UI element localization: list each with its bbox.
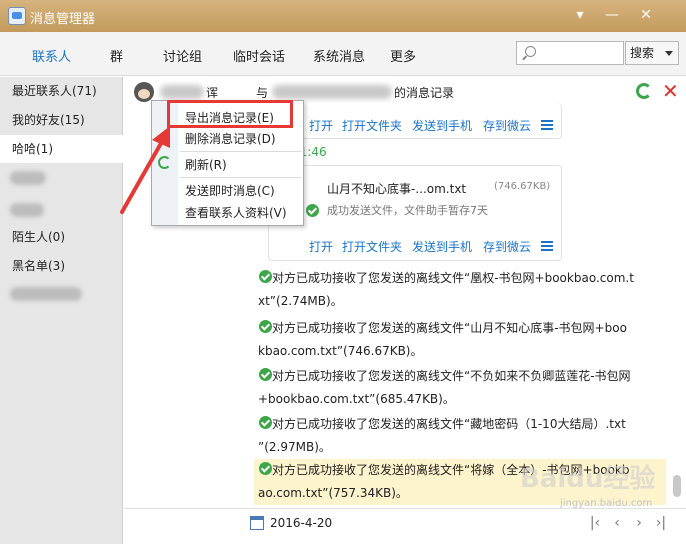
minimize-button[interactable]: — xyxy=(600,4,624,26)
menu-item-view-profile[interactable]: 查看联系人资料(V) xyxy=(185,204,287,221)
success-check-icon xyxy=(259,320,272,333)
refresh-icon[interactable] xyxy=(636,83,652,99)
delete-icon[interactable]: ✕ xyxy=(662,79,679,103)
menu-dropdown-button[interactable]: ▾ xyxy=(568,4,592,26)
save-to-weiyun-link[interactable]: 存到微云 xyxy=(483,117,531,134)
send-to-phone-link[interactable]: 发送到手机 xyxy=(412,238,472,255)
sidebar-item-recent[interactable]: 最近联系人(71) xyxy=(0,77,123,105)
scrollbar[interactable] xyxy=(670,320,684,500)
tab-temp-chat[interactable]: 临时会话 xyxy=(233,46,285,65)
sidebar-item-strangers[interactable]: 陌生人(0) xyxy=(0,223,123,251)
success-check-icon xyxy=(259,416,272,429)
next-page-button[interactable]: › xyxy=(630,512,648,534)
tab-more[interactable]: 更多 xyxy=(390,46,416,65)
open-folder-link[interactable]: 打开文件夹 xyxy=(342,117,402,134)
search-button[interactable]: 搜索 xyxy=(625,41,679,65)
file-size: (746.67KB) xyxy=(494,181,551,192)
window-title: 消息管理器 xyxy=(30,12,96,27)
header-title: 的消息记录 xyxy=(394,86,455,100)
calendar-icon[interactable] xyxy=(250,516,264,530)
file-status: 成功发送文件，文件助手暂存7天 xyxy=(327,204,488,217)
close-window-button[interactable]: ✕ xyxy=(634,4,658,26)
scrollbar-thumb[interactable] xyxy=(673,475,681,497)
last-page-button[interactable]: ›| xyxy=(652,512,670,534)
menu-item-delete[interactable]: 删除消息记录(D) xyxy=(185,130,276,147)
blurred-group[interactable] xyxy=(10,171,46,185)
success-check-icon xyxy=(259,462,272,475)
watermark-url: jingyan.baidu.com xyxy=(560,498,653,509)
success-check-icon xyxy=(259,368,272,381)
search-icon xyxy=(525,46,536,57)
search-button-label: 搜索 xyxy=(630,46,655,60)
header-with: 与 xyxy=(256,86,269,100)
title-bar: 消息管理器 ▾ — ✕ xyxy=(0,0,686,32)
sidebar-item-friends[interactable]: 我的好友(15) xyxy=(0,106,123,134)
message-line: 对方已成功接收了您发送的离线文件“凰权-书包网+bookbao.com.t xyxy=(272,271,634,285)
open-link[interactable]: 打开 xyxy=(309,117,333,134)
more-menu-icon[interactable] xyxy=(541,241,553,251)
current-date[interactable]: 2016-4-20 xyxy=(270,516,332,530)
tab-bar: 联系人 群 讨论组 临时会话 系统消息 更多 搜索 xyxy=(0,32,686,76)
list-item: 对方已成功接收了您发送的离线文件“凰权-书包网+bookbao.com.t xt… xyxy=(254,267,666,313)
blurred-name xyxy=(272,85,392,99)
message-line: 对方已成功接收了您发送的离线文件“山月不知心底事-书包网+boo xyxy=(272,321,627,335)
success-check-icon xyxy=(306,204,319,217)
send-to-phone-link[interactable]: 发送到手机 xyxy=(412,117,472,134)
message-line: 对方已成功接收了您发送的离线文件“藏地密码（1-10大结局）.txt xyxy=(272,417,626,431)
message-line: kbao.com.txt”(746.67KB)。 xyxy=(258,344,423,358)
tab-contacts[interactable]: 联系人 xyxy=(32,46,71,65)
file-card: 山月不知心底事-...om.txt (746.67KB) 成功发送文件，文件助手… xyxy=(268,165,562,261)
avatar xyxy=(134,82,154,102)
sidebar-item-haha[interactable]: 哈哈(1) xyxy=(0,135,123,163)
chevron-down-icon xyxy=(665,51,673,56)
message-line: ”(2.97MB)。 xyxy=(258,440,331,454)
prev-page-button[interactable]: ‹ xyxy=(608,512,626,534)
annotation-highlight-box xyxy=(167,100,293,128)
message-line: xt”(2.74MB)。 xyxy=(258,294,343,308)
file-name[interactable]: 山月不知心底事-...om.txt xyxy=(327,180,466,197)
save-to-weiyun-link[interactable]: 存到微云 xyxy=(483,238,531,255)
sidebar-item-blacklist[interactable]: 黑名单(3) xyxy=(0,252,123,280)
list-item: 对方已成功接收了您发送的离线文件“不负如来不负卿蓝莲花-书包网 +bookbao… xyxy=(254,365,666,411)
tab-discussion[interactable]: 讨论组 xyxy=(163,46,202,65)
open-folder-link[interactable]: 打开文件夹 xyxy=(342,238,402,255)
blurred-group[interactable] xyxy=(10,287,82,301)
open-link[interactable]: 打开 xyxy=(309,238,333,255)
watermark-logo: Baidu经验 xyxy=(520,464,656,494)
message-line: 对方已成功接收了您发送的离线文件“不负如来不负卿蓝莲花-书包网 xyxy=(272,369,631,383)
list-item: 对方已成功接收了您发送的离线文件“藏地密码（1-10大结局）.txt ”(2.9… xyxy=(254,413,666,459)
blurred-group[interactable] xyxy=(10,203,44,217)
blurred-name xyxy=(160,85,204,99)
menu-separator xyxy=(180,151,301,152)
success-check-icon xyxy=(259,270,272,283)
first-page-button[interactable]: |‹ xyxy=(586,512,604,534)
refresh-icon xyxy=(158,156,171,169)
more-menu-icon[interactable] xyxy=(541,120,553,130)
list-item: 对方已成功接收了您发送的离线文件“山月不知心底事-书包网+boo kbao.co… xyxy=(254,317,666,363)
menu-item-send-message[interactable]: 发送即时消息(C) xyxy=(185,182,275,199)
menu-item-refresh[interactable]: 刷新(R) xyxy=(185,156,227,173)
tab-groups[interactable]: 群 xyxy=(110,46,123,65)
header-name-fragment: 诨 xyxy=(206,86,219,100)
file-card: 打开 打开文件夹 发送到手机 存到微云 xyxy=(268,103,562,139)
app-icon xyxy=(8,7,26,25)
tab-system-messages[interactable]: 系统消息 xyxy=(313,46,365,65)
contact-sidebar: 最近联系人(71) 我的好友(15) 哈哈(1) 陌生人(0) 黑名单(3) xyxy=(0,77,123,544)
message-line: +bookbao.com.txt”(685.47KB)。 xyxy=(258,392,455,406)
search-input[interactable] xyxy=(516,41,624,65)
menu-separator xyxy=(180,177,301,178)
